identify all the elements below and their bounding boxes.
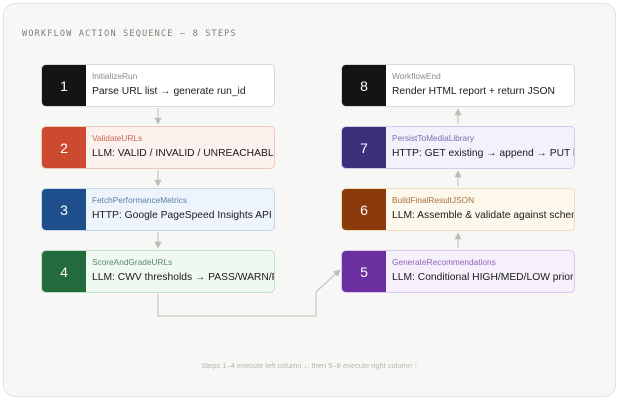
step-content: PersistToMediaLibrary HTTP: GET existing… [386,127,575,168]
step-description: LLM: Conditional HIGH/MED/LOW priority [392,272,575,283]
step-number-badge: 2 [42,127,86,168]
step-name: ValidateURLs [92,133,143,143]
step-6: 6 BuildFinalResultJSON LLM: Assemble & v… [341,188,575,231]
step-number-badge: 5 [342,251,386,292]
step-7: 7 PersistToMediaLibrary HTTP: GET existi… [341,126,575,169]
step-content: FetchPerformanceMetrics HTTP: Google Pag… [86,189,275,230]
step-3: 3 FetchPerformanceMetrics HTTP: Google P… [41,188,275,231]
step-content: ScoreAndGradeURLs LLM: CWV thresholds → … [86,251,275,292]
step-content: ValidateURLs LLM: VALID / INVALID / UNRE… [86,127,275,168]
step-content: WorkflowEnd Render HTML report + return … [386,65,574,106]
step-name: GenerateRecommendations [392,257,496,267]
step-description: HTTP: GET existing → append → PUT back [392,148,575,159]
step-1: 1 InitializeRun Parse URL list → generat… [41,64,275,107]
step-name: WorkflowEnd [392,71,441,81]
step-description: Render HTML report + return JSON [392,86,555,97]
step-description: LLM: Assemble & validate against schema [392,210,575,221]
step-4: 4 ScoreAndGradeURLs LLM: CWV thresholds … [41,250,275,293]
step-number-badge: 3 [42,189,86,230]
step-name: ScoreAndGradeURLs [92,257,173,267]
step-number-badge: 1 [42,65,86,106]
step-content: GenerateRecommendations LLM: Conditional… [386,251,575,292]
step-number-badge: 7 [342,127,386,168]
step-description: LLM: VALID / INVALID / UNREACHABLE [92,148,275,159]
step-name: FetchPerformanceMetrics [92,195,187,205]
step-description: HTTP: Google PageSpeed Insights API v5 [92,210,275,221]
step-2: 2 ValidateURLs LLM: VALID / INVALID / UN… [41,126,275,169]
step-content: BuildFinalResultJSON LLM: Assemble & val… [386,189,575,230]
step-description: LLM: CWV thresholds → PASS/WARN/FAIL [92,272,275,283]
step-8: 8 WorkflowEnd Render HTML report + retur… [341,64,575,107]
step-name: InitializeRun [92,71,138,81]
step-number-badge: 8 [342,65,386,106]
step-description: Parse URL list → generate run_id [92,86,246,97]
step-number-badge: 4 [42,251,86,292]
step-name: BuildFinalResultJSON [392,195,475,205]
step-number-badge: 6 [342,189,386,230]
step-5: 5 GenerateRecommendations LLM: Condition… [341,250,575,293]
execution-order-note: Steps 1–4 execute left column ↓, then 5–… [201,361,418,370]
step-content: InitializeRun Parse URL list → generate … [86,65,274,106]
step-name: PersistToMediaLibrary [392,133,475,143]
